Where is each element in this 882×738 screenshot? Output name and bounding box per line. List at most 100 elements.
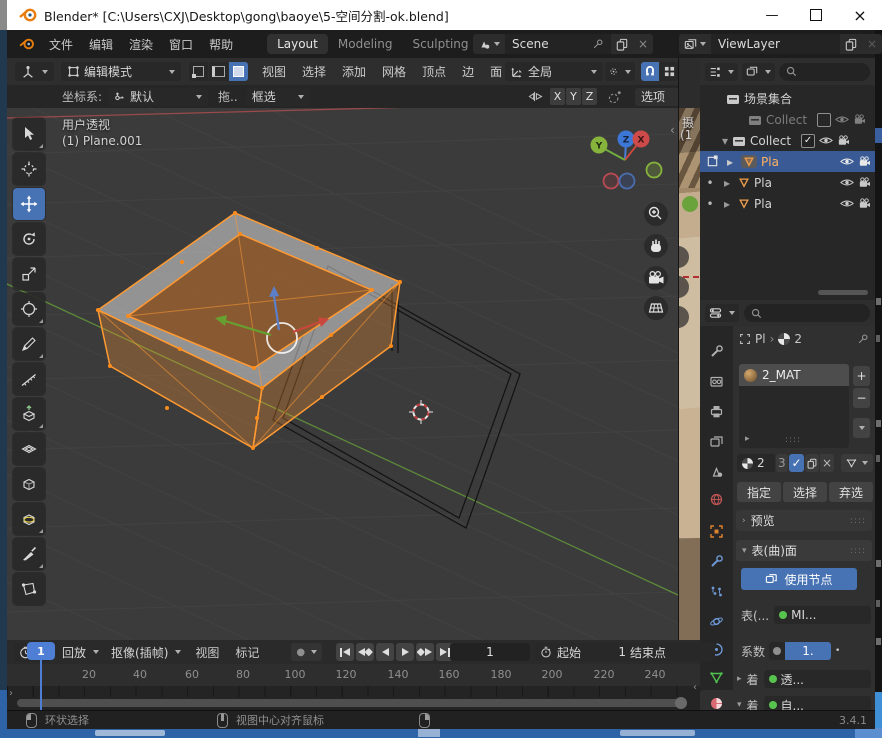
- edge-select-button[interactable]: [209, 62, 228, 81]
- next-keyframe-button[interactable]: [416, 643, 434, 661]
- timeline-ruler[interactable]: 20 40 60 80 100 120 140 160 180 200 220 …: [7, 664, 700, 686]
- exclude-checkbox[interactable]: [817, 113, 831, 127]
- sidebar-collapse-icon[interactable]: ‹ ›: [670, 123, 678, 137]
- material-specials-dropdown[interactable]: [841, 454, 873, 472]
- shader-2-dropdown[interactable]: 自...: [764, 696, 871, 710]
- tool-loop-cut[interactable]: [13, 503, 45, 535]
- tab-sculpting[interactable]: Sculpting: [402, 34, 478, 54]
- scene-collection-row[interactable]: 场景集合: [700, 88, 875, 109]
- outliner-search-input[interactable]: [779, 63, 870, 81]
- camera-visibility-icon[interactable]: [858, 177, 871, 188]
- tool-extrude[interactable]: [13, 398, 45, 430]
- vertex-select-button[interactable]: [189, 62, 208, 81]
- face-select-button[interactable]: [229, 62, 248, 81]
- factor-value-field[interactable]: 1.: [785, 642, 831, 660]
- menu-select[interactable]: 选择: [294, 63, 334, 80]
- camera-viewport-strip[interactable]: 摄 (1: [678, 58, 702, 640]
- tab-layout[interactable]: Layout: [267, 34, 328, 54]
- object-row[interactable]: • ▸ Pla: [700, 193, 875, 214]
- decorator-dot[interactable]: •: [835, 646, 840, 656]
- tab-object-data[interactable]: [700, 664, 733, 690]
- mirror-x-button[interactable]: X: [550, 88, 565, 105]
- scene-type-icon[interactable]: [473, 34, 505, 54]
- pan-button[interactable]: [644, 234, 668, 258]
- assign-button[interactable]: 指定: [737, 482, 781, 502]
- tool-knife[interactable]: [13, 538, 45, 570]
- remove-slot-button[interactable]: −: [853, 388, 870, 408]
- titlebar[interactable]: Blender* [C:\Users\CXJ\Desktop\gong\baoy…: [7, 0, 882, 30]
- duplicate-scene-icon[interactable]: [611, 34, 633, 54]
- mirror-y-button[interactable]: Y: [566, 88, 581, 105]
- ortho-toggle-button[interactable]: [644, 296, 668, 320]
- filter-dropdown[interactable]: [705, 63, 738, 81]
- play-reverse-button[interactable]: [376, 643, 394, 661]
- coord-dropdown[interactable]: 默认: [108, 88, 208, 106]
- select-mode-dropdown[interactable]: 框选: [246, 88, 310, 106]
- eye-icon[interactable]: [840, 198, 854, 209]
- tab-world[interactable]: [700, 486, 733, 512]
- camera-visibility-icon[interactable]: [858, 156, 871, 167]
- tool-transform[interactable]: [13, 293, 45, 325]
- tab-material[interactable]: [700, 690, 733, 710]
- menu-render[interactable]: 渲染: [121, 36, 161, 53]
- collection-row[interactable]: ▾ Collect ✓: [700, 130, 875, 151]
- viewport-canvas[interactable]: Z X Y: [7, 108, 678, 640]
- menu-timeline-view[interactable]: 视图: [187, 644, 227, 661]
- snap-target-dropdown[interactable]: [660, 62, 678, 81]
- remove-viewlayer-icon[interactable]: ×: [862, 34, 882, 54]
- camera-visibility-icon[interactable]: [858, 198, 871, 209]
- orientation-dropdown[interactable]: 全局: [505, 62, 603, 81]
- menu-playback[interactable]: 回放: [56, 643, 105, 662]
- snap-toggle-button[interactable]: [641, 62, 659, 81]
- expand-arrow[interactable]: ▸: [723, 155, 737, 169]
- tool-cursor[interactable]: [13, 153, 45, 185]
- menu-edge[interactable]: 边: [454, 63, 482, 80]
- duplicate-viewlayer-icon[interactable]: [840, 34, 862, 54]
- exclude-checkbox[interactable]: ✓: [801, 134, 815, 148]
- mirror-icon[interactable]: [525, 88, 545, 106]
- shader-1-dropdown[interactable]: 透...: [764, 670, 871, 688]
- mirror-z-button[interactable]: Z: [582, 88, 597, 105]
- collection-row-excluded[interactable]: Collect: [700, 109, 875, 130]
- menu-marker[interactable]: 标记: [227, 644, 267, 661]
- material-slot-row[interactable]: 2_MAT: [739, 364, 849, 386]
- menu-keying[interactable]: 抠像(插帧): [105, 643, 187, 662]
- breadcrumb-object[interactable]: Pl: [755, 332, 766, 346]
- properties-editor-type-dropdown[interactable]: [705, 304, 739, 322]
- material-id-field[interactable]: 2: [737, 454, 775, 472]
- slot-expand-icon[interactable]: ▸: [745, 434, 750, 444]
- menu-add[interactable]: 添加: [334, 63, 374, 80]
- object-row[interactable]: • ▸ Pla: [700, 172, 875, 193]
- tab-object[interactable]: [700, 518, 733, 544]
- timeline-scrollbar[interactable]: [17, 699, 685, 707]
- properties-search-input[interactable]: [744, 304, 870, 322]
- tool-poly-build[interactable]: [13, 573, 45, 605]
- tab-render[interactable]: [700, 368, 733, 394]
- fake-user-toggle[interactable]: ✓: [789, 454, 804, 472]
- add-slot-button[interactable]: +: [853, 366, 870, 386]
- prev-keyframe-button[interactable]: [356, 643, 374, 661]
- blender-app-menu-icon[interactable]: [19, 38, 35, 50]
- viewlayer-type-icon[interactable]: [679, 34, 711, 54]
- zoom-button[interactable]: [644, 202, 668, 226]
- current-frame-field[interactable]: 1: [450, 643, 530, 661]
- list-grip[interactable]: ::::: [785, 435, 801, 445]
- display-mode-dropdown[interactable]: [742, 63, 775, 81]
- menu-help[interactable]: 帮助: [201, 36, 241, 53]
- factor-input-socket[interactable]: [769, 642, 785, 660]
- tab-scene[interactable]: [700, 458, 733, 484]
- tool-bevel[interactable]: [13, 468, 45, 500]
- expand-arrow[interactable]: ▸: [720, 176, 734, 190]
- expand-arrow[interactable]: ▸: [737, 674, 742, 684]
- editor-type-dropdown[interactable]: [15, 62, 54, 81]
- scene-name-field[interactable]: Scene: [505, 34, 611, 54]
- menu-mesh[interactable]: 网格: [374, 63, 414, 80]
- unlink-scene-icon[interactable]: ×: [633, 34, 653, 54]
- pin-icon[interactable]: [592, 38, 604, 50]
- tab-output[interactable]: [700, 398, 733, 424]
- users-count-button[interactable]: 3: [776, 454, 788, 472]
- current-frame-indicator[interactable]: 1: [27, 642, 55, 660]
- tool-scale[interactable]: [13, 258, 45, 290]
- viewlayer-name-field[interactable]: ViewLayer: [711, 34, 840, 54]
- frame-end-field[interactable]: 结束点: [625, 643, 715, 661]
